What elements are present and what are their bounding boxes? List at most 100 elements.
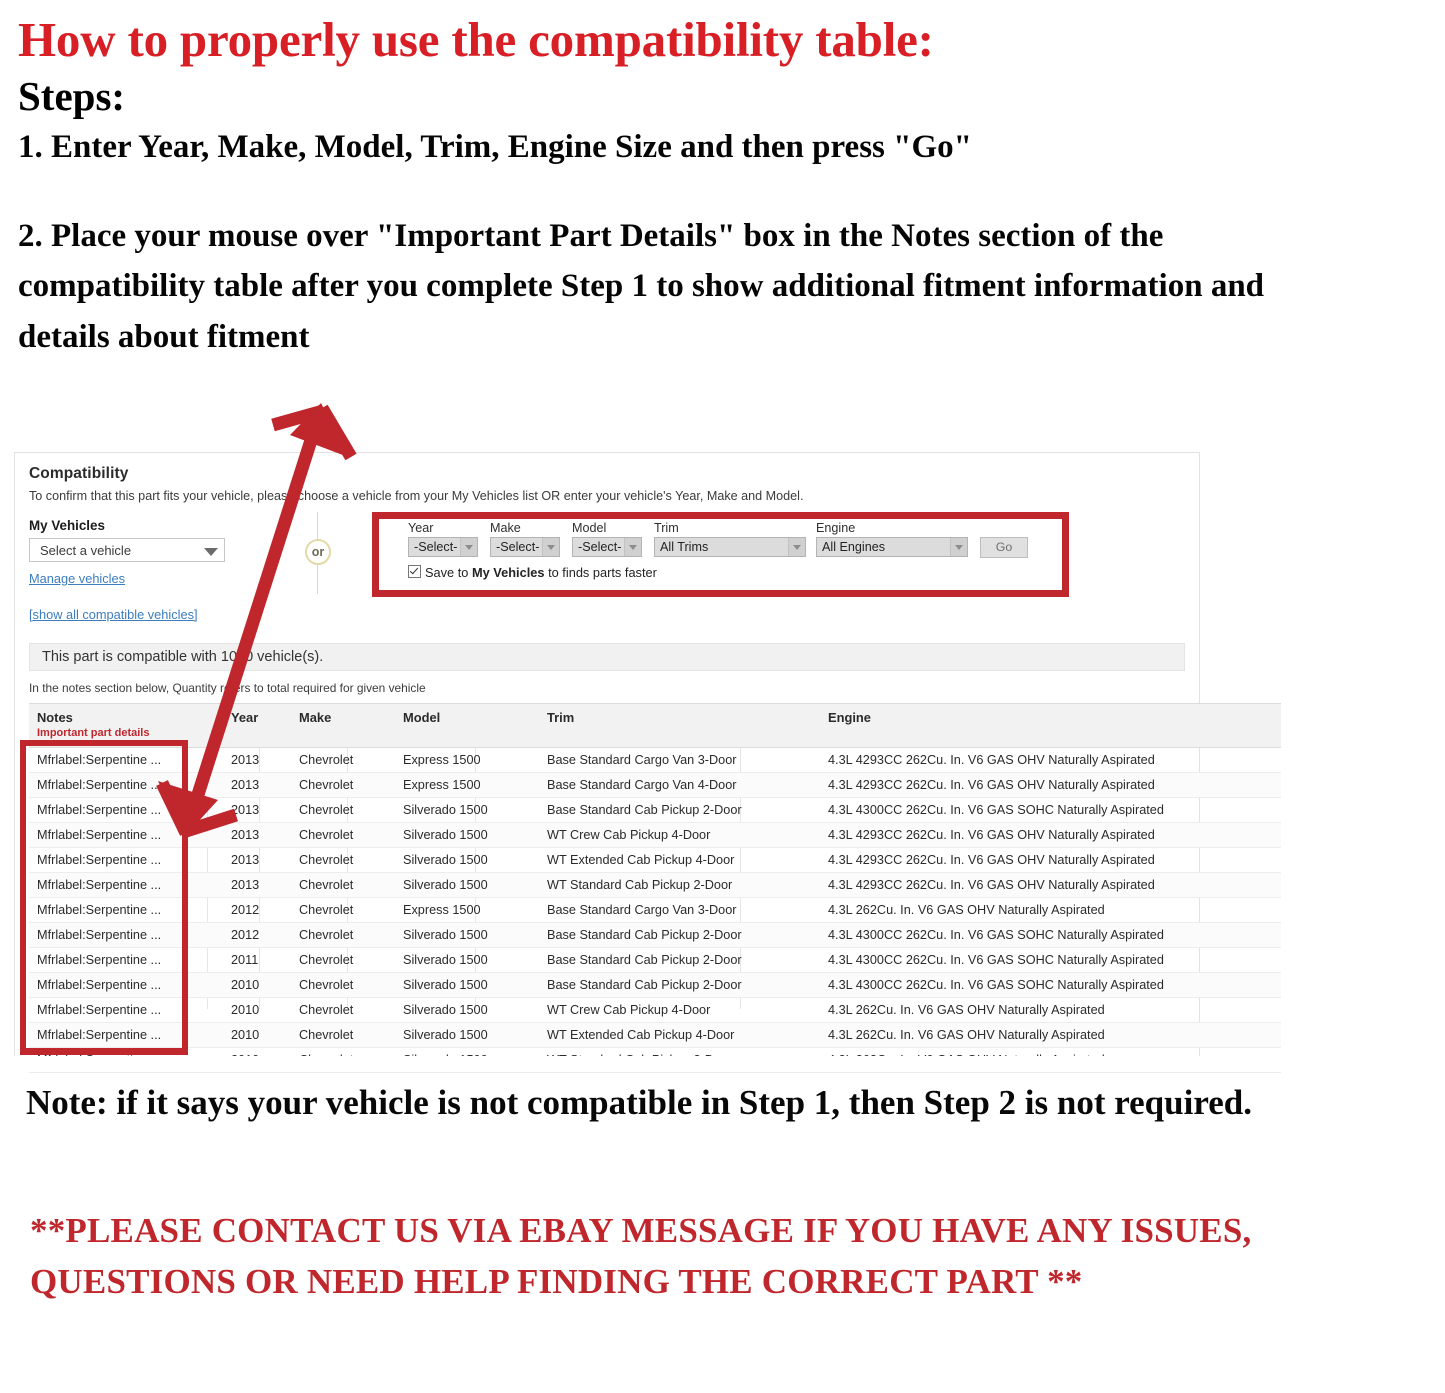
trim-cell: WT Crew Cab Pickup 4-Door — [539, 997, 820, 1023]
engine-cell: 4.3L 4300CC 262Cu. In. V6 GAS SOHC Natur… — [820, 797, 1281, 823]
highlight-box-notes-column — [20, 740, 188, 1055]
make-cell: Chevrolet — [291, 772, 395, 798]
table-row: Mfrlabel:Serpentine ... 2013 Chevrolet Expr… — [29, 772, 1281, 798]
engine-cell: 4.3L 4293CC 262Cu. In. V6 GAS OHV Natura… — [820, 872, 1281, 898]
my-vehicles-selected-value: Select a vehicle — [40, 543, 132, 558]
column-header-model: Model — [395, 703, 539, 748]
highlight-box-vehicle-form — [372, 512, 1069, 597]
fitment-table: Notes Important part details Year Make M… — [29, 703, 1281, 1073]
column-header-engine: Engine — [820, 703, 1281, 748]
trim-cell: Base Standard Cab Pickup 2-Door — [539, 797, 820, 823]
make-cell: Chevrolet — [291, 1022, 395, 1048]
compatibility-count-banner: This part is compatible with 1000 vehicl… — [29, 643, 1185, 671]
engine-cell: 4.3L 262Cu. In. V6 GAS OHV Naturally Asp… — [820, 997, 1281, 1023]
my-vehicles-label: My Vehicles — [29, 518, 105, 533]
model-cell: Silverado 1500 — [395, 847, 539, 873]
year-cell: 2011 — [223, 947, 291, 973]
instructions-block: How to properly use the compatibility ta… — [18, 14, 1398, 362]
manage-vehicles-link[interactable]: Manage vehicles — [29, 571, 125, 586]
engine-cell: 4.3L 4293CC 262Cu. In. V6 GAS OHV Natura… — [820, 747, 1281, 773]
footer-contact-notice: **PLEASE CONTACT US VIA EBAY MESSAGE IF … — [30, 1211, 1252, 1302]
year-cell: 2013 — [223, 822, 291, 848]
table-row: Mfrlabel:Serpentine ... 2011 Chevrolet Silv… — [29, 947, 1281, 973]
compatibility-heading: Compatibility — [29, 465, 129, 482]
table-row: Mfrlabel:Serpentine ... 2013 Chevrolet Silv… — [29, 847, 1281, 873]
engine-cell: 4.3L 262Cu. In. V6 GAS OHV Naturally Asp… — [820, 1022, 1281, 1048]
table-row: Mfrlabel:Serpentine ... 2013 Chevrolet Expr… — [29, 747, 1281, 773]
year-cell: 2013 — [223, 772, 291, 798]
fitment-table-body: Mfrlabel:Serpentine ... 2013 Chevrolet Expr… — [29, 747, 1281, 1073]
engine-cell: 4.3L 4293CC 262Cu. In. V6 GAS OHV Natura… — [820, 847, 1281, 873]
make-cell: Chevrolet — [291, 822, 395, 848]
table-row: Mfrlabel:Serpentine ...2010ChevroletSilv… — [29, 997, 1281, 1023]
arrow-head-top — [290, 403, 348, 457]
table-bottom-mask — [14, 1056, 1204, 1070]
engine-cell: 4.3L 4300CC 262Cu. In. V6 GAS SOHC Natur… — [820, 947, 1281, 973]
year-cell: 2013 — [223, 747, 291, 773]
make-cell: Chevrolet — [291, 922, 395, 948]
year-cell: 2010 — [223, 997, 291, 1023]
my-vehicles-dropdown[interactable]: Select a vehicle — [29, 538, 225, 562]
model-cell: Silverado 1500 — [395, 797, 539, 823]
table-row: Mfrlabel:Serpentine ... 2013 Chevrolet Silv… — [29, 822, 1281, 848]
engine-cell: 4.3L 4300CC 262Cu. In. V6 GAS SOHC Natur… — [820, 972, 1281, 998]
column-header-year: Year — [223, 703, 291, 748]
table-row: Mfrlabel:Serpentine ... 2013 Chevrolet Silv… — [29, 797, 1281, 823]
trim-cell: WT Extended Cab Pickup 4-Door — [539, 1022, 820, 1048]
make-cell: Chevrolet — [291, 797, 395, 823]
trim-cell: Base Standard Cab Pickup 2-Door — [539, 947, 820, 973]
trim-cell: Base Standard Cab Pickup 2-Door — [539, 922, 820, 948]
make-cell: Chevrolet — [291, 897, 395, 923]
trim-cell: Base Standard Cab Pickup 2-Door — [539, 972, 820, 998]
model-cell: Express 1500 — [395, 772, 539, 798]
year-cell: 2012 — [223, 897, 291, 923]
year-cell: 2010 — [223, 1022, 291, 1048]
make-cell: Chevrolet — [291, 747, 395, 773]
make-cell: Chevrolet — [291, 872, 395, 898]
trim-cell: WT Standard Cab Pickup 2-Door — [539, 872, 820, 898]
engine-cell: 4.3L 4293CC 262Cu. In. V6 GAS OHV Natura… — [820, 772, 1281, 798]
column-header-make: Make — [291, 703, 395, 748]
model-cell: Silverado 1500 — [395, 997, 539, 1023]
engine-cell: 4.3L 4293CC 262Cu. In. V6 GAS OHV Natura… — [820, 822, 1281, 848]
trim-cell: WT Crew Cab Pickup 4-Door — [539, 822, 820, 848]
table-row: Mfrlabel:Serpentine ...2010ChevroletSilv… — [29, 1022, 1281, 1048]
step-2-text: 2. Place your mouse over "Important Part… — [18, 217, 1265, 355]
make-cell: Chevrolet — [291, 947, 395, 973]
model-cell: Express 1500 — [395, 897, 539, 923]
year-cell: 2010 — [223, 972, 291, 998]
trim-cell: WT Extended Cab Pickup 4-Door — [539, 847, 820, 873]
trim-cell: Base Standard Cargo Van 4-Door — [539, 772, 820, 798]
year-cell: 2013 — [223, 872, 291, 898]
trim-cell: Base Standard Cargo Van 3-Door — [539, 897, 820, 923]
or-badge-label: or — [305, 539, 331, 565]
model-cell: Silverado 1500 — [395, 872, 539, 898]
model-cell: Silverado 1500 — [395, 947, 539, 973]
table-row: Mfrlabel:Serpentine ... 2012 Chevrolet Expr… — [29, 897, 1281, 923]
show-all-compatible-vehicles-link[interactable]: [show all compatible vehicles] — [29, 607, 198, 622]
column-header-trim: Trim — [539, 703, 820, 748]
make-cell: Chevrolet — [291, 847, 395, 873]
model-cell: Silverado 1500 — [395, 922, 539, 948]
table-row: Mfrlabel:Serpentine ... 2012 Chevrolet Silv… — [29, 922, 1281, 948]
compatibility-subtitle: To confirm that this part fits your vehi… — [29, 489, 804, 503]
column-header-notes-label: Notes — [37, 710, 73, 725]
table-header-row: Notes Important part details Year Make M… — [29, 703, 1281, 748]
steps-label: Steps: — [18, 72, 126, 119]
trim-cell: Base Standard Cargo Van 3-Door — [539, 747, 820, 773]
model-cell: Silverado 1500 — [395, 822, 539, 848]
footer-note: Note: if it says your vehicle is not com… — [26, 1083, 1252, 1122]
chevron-down-icon — [204, 548, 218, 556]
page-title: How to properly use the compatibility ta… — [18, 12, 934, 67]
year-cell: 2013 — [223, 797, 291, 823]
step-1-text: 1. Enter Year, Make, Model, Trim, Engine… — [18, 128, 972, 165]
important-part-details-label: Important part details — [37, 727, 150, 739]
engine-cell: 4.3L 262Cu. In. V6 GAS OHV Naturally Asp… — [820, 897, 1281, 923]
model-cell: Silverado 1500 — [395, 1022, 539, 1048]
model-cell: Express 1500 — [395, 747, 539, 773]
engine-cell: 4.3L 4300CC 262Cu. In. V6 GAS SOHC Natur… — [820, 922, 1281, 948]
make-cell: Chevrolet — [291, 997, 395, 1023]
table-row: Mfrlabel:Serpentine ... 2013 Chevrolet Silv… — [29, 872, 1281, 898]
table-row: Mfrlabel:Serpentine ...2010ChevroletSilv… — [29, 972, 1281, 998]
or-divider: or — [305, 512, 331, 594]
